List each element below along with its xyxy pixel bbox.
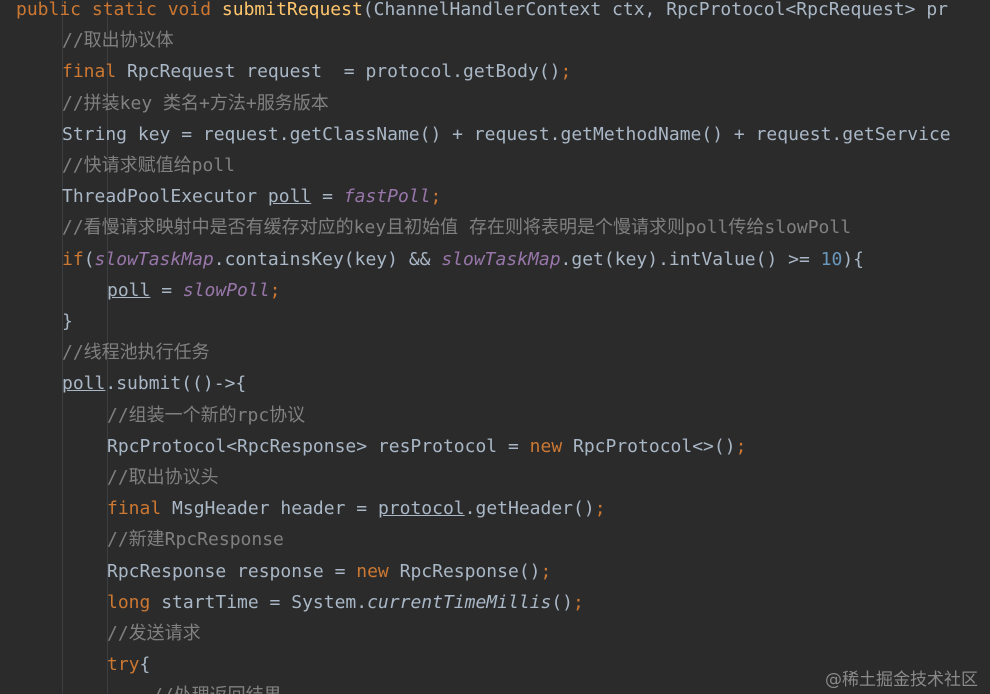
code-token: //线程池执行任务 [62,342,210,364]
code-line[interactable]: //拼装key 类名+方法+服务版本 [0,88,329,119]
code-token: ; [540,560,552,582]
code-token: //看慢请求映射中是否有缓存对应的key且初始值 存在则将表明是个慢请求则pol… [62,217,852,239]
code-line[interactable]: //处理返回结果 [0,680,282,694]
code-line[interactable]: String key = request.getClassName() + re… [0,119,951,150]
code-token: } [62,311,73,332]
code-token: new [529,435,573,457]
code-token: slowTaskMap [441,248,561,270]
code-token: ( [83,248,95,270]
code-token: submitRequest [221,0,363,20]
code-line[interactable]: //新建RpcResponse [0,524,284,555]
code-token: currentTimeMillis [367,591,552,613]
code-line[interactable]: if(slowTaskMap.containsKey(key) && slowT… [0,244,864,275]
code-token: ; [560,61,572,83]
code-token: final [107,498,173,520]
code-token: //取出协议体 [62,30,174,52]
code-line[interactable]: //取出协议头 [0,462,219,493]
code-line[interactable]: RpcProtocol<RpcResponse> resProtocol = n… [0,431,746,462]
watermark-text: @稀土掘金技术社区 [825,670,978,690]
code-token: ; [594,498,606,520]
code-token: 10 [820,248,843,270]
code-token: ){ [842,248,865,270]
code-line[interactable]: RpcResponse response = new RpcResponse()… [0,556,551,587]
code-token: slowTaskMap [94,248,214,270]
code-token: public static void [16,0,222,20]
code-token: startTime = System. [161,591,368,613]
code-token: //快请求赋值给poll [62,155,236,176]
code-token: long [107,591,162,613]
code-line[interactable]: final MsgHeader header = protocol.getHea… [0,493,606,524]
code-token: String key = request.getClassName() + re… [62,123,951,145]
code-token: try [107,654,140,676]
code-token: //拼装key 类名+方法+服务版本 [62,92,329,114]
code-token: .containsKey(key) && [213,248,442,270]
code-token: MsgHeader header = [172,498,378,520]
code-line[interactable]: long startTime = System.currentTimeMilli… [0,587,584,618]
code-token: final [62,61,128,83]
code-token: = [311,186,344,208]
code-line[interactable]: } [0,306,73,337]
code-token: poll [107,279,151,301]
code-token: ; [269,279,281,301]
code-token: RpcProtocol<>() [573,435,736,457]
code-token: .get(key).intValue() >= [560,248,821,270]
code-token: RpcResponse response = [107,560,357,582]
code-line[interactable]: //线程池执行任务 [0,337,210,368]
code-token: .getHeader() [464,498,595,520]
code-token: ; [573,591,584,613]
code-line[interactable]: poll = slowPoll; [0,275,280,306]
code-line[interactable]: //看慢请求映射中是否有缓存对应的key且初始值 存在则将表明是个慢请求则pol… [0,212,851,243]
code-token: ThreadPoolExecutor [62,186,268,208]
code-line[interactable]: //发送请求 [0,618,201,649]
code-token: RpcRequest request = protocol.getBody() [127,61,561,83]
code-line[interactable]: public static void submitRequest(Channel… [0,0,948,25]
code-token: ; [430,186,442,208]
code-token: poll [62,373,106,395]
code-token: () [551,591,574,613]
code-line[interactable]: ThreadPoolExecutor poll = fastPoll; [0,181,441,212]
code-token: .submit(()->{ [105,373,247,395]
code-line[interactable]: final RpcRequest request = protocol.getB… [0,56,571,87]
code-line[interactable]: //取出协议体 [0,25,174,56]
code-line[interactable]: //组装一个新的rpc协议 [0,400,305,431]
code-token: slowPoll [182,279,270,301]
code-line[interactable]: try{ [0,649,150,680]
code-token: //新建RpcResponse [107,529,284,551]
code-token: (ChannelHandlerContext ctx, RpcProtocol<… [362,0,948,20]
code-token: fastPoll [343,186,431,208]
code-token: //组装一个新的rpc协议 [107,404,306,426]
code-token: = [150,279,183,301]
code-token: ; [735,435,747,457]
code-editor[interactable]: public static void submitRequest(Channel… [0,0,990,694]
code-line[interactable]: //快请求赋值给poll [0,150,235,181]
code-token: { [139,654,151,676]
code-token: protocol [377,498,465,520]
code-token: //处理返回结果 [152,685,282,694]
code-token: RpcProtocol<RpcResponse> resProtocol = [107,435,530,457]
code-token: new [356,560,400,582]
code-token: //取出协议头 [107,467,219,488]
code-token: RpcResponse() [399,560,541,582]
code-token: //发送请求 [107,623,201,644]
code-token: poll [267,186,312,208]
code-token: if [62,248,84,270]
code-line[interactable]: poll.submit(()->{ [0,368,246,399]
